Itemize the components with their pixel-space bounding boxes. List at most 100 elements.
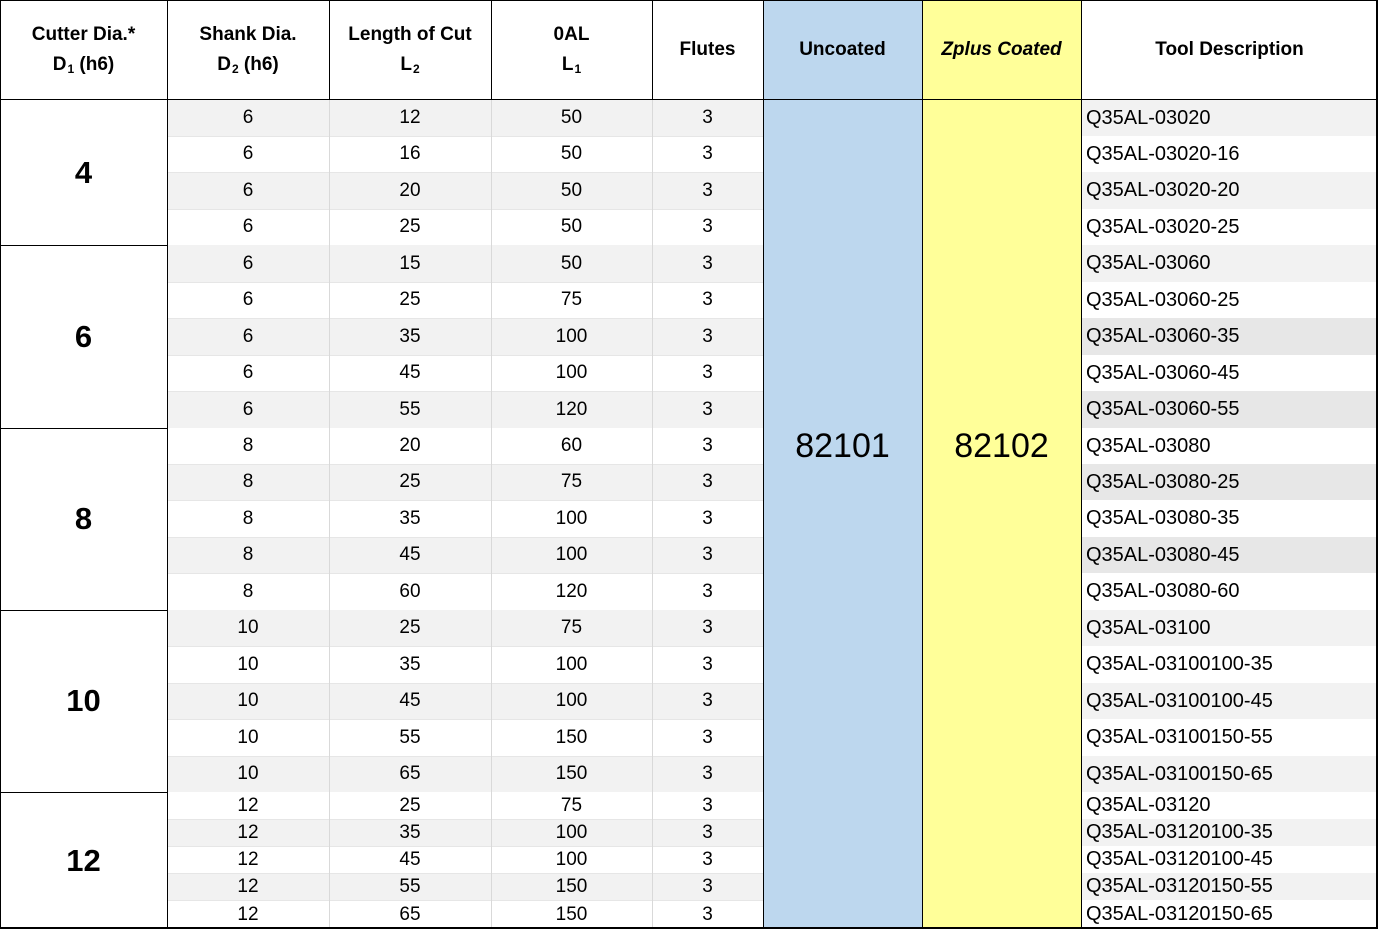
border-column-divider <box>922 100 923 929</box>
flutes-cell: 3 <box>702 398 713 420</box>
oal-cell: 50 <box>560 107 583 128</box>
flutes-cell: 3 <box>702 216 713 237</box>
tool-description-cell: Q35AL-03080 <box>1086 434 1211 457</box>
tool-description-cell: Q35AL-03020-25 <box>1086 215 1240 238</box>
tool-spec-table: Cutter Dia.* D1 (h6) Shank Dia. D2 (h6) … <box>0 0 1378 929</box>
oal-cell: 100 <box>555 690 588 711</box>
flutes-cell: 3 <box>702 471 713 492</box>
header-zplus-coated: Zplus Coated <box>922 0 1081 100</box>
flutes-cell: 3 <box>702 763 713 784</box>
shank-cell: 8 <box>242 435 254 456</box>
shank-cell: 12 <box>237 875 259 897</box>
tool-description-cell: Q35AL-03060-25 <box>1086 288 1240 311</box>
oal-cell: 120 <box>555 398 588 420</box>
oal-cell: 50 <box>560 179 583 201</box>
oal-cell: 100 <box>555 544 588 565</box>
tool-description-cell: Q35AL-03120100-35 <box>1086 821 1273 843</box>
flutes-cell: 3 <box>702 690 713 711</box>
header-oal-symbol: L <box>561 54 574 75</box>
oal-cell: 100 <box>555 325 588 347</box>
header-shank-subscript: 2 <box>231 62 239 76</box>
shank-cell: 6 <box>242 398 254 420</box>
border-header-divider <box>652 0 653 100</box>
border-top <box>0 0 1378 1</box>
length-of-cut-cell: 45 <box>399 362 421 383</box>
flutes-cell: 3 <box>702 903 713 925</box>
tool-description-cell: Q35AL-03120150-55 <box>1086 875 1273 897</box>
tool-description-cell: Q35AL-03060-55 <box>1086 398 1240 420</box>
cutter-diameter-cell: 8 <box>74 501 93 536</box>
cutter-diameter-cell: 4 <box>74 154 93 190</box>
length-of-cut-cell: 65 <box>399 903 421 925</box>
header-cutter-dia: Cutter Dia.* D1 (h6) <box>0 0 167 100</box>
flutes-cell: 3 <box>702 107 713 128</box>
oal-cell: 150 <box>555 726 588 748</box>
shank-cell: 8 <box>242 471 254 492</box>
flutes-cell: 3 <box>702 848 713 870</box>
shank-cell: 8 <box>242 580 254 602</box>
oal-cell: 120 <box>555 580 588 602</box>
flutes-cell: 3 <box>702 507 713 529</box>
shank-cell: 6 <box>242 216 254 237</box>
length-of-cut-cell: 35 <box>399 653 421 675</box>
header-loc-line2: L2 <box>400 50 419 80</box>
header-flutes: Flutes <box>652 0 763 100</box>
header-loc-line1: Length of Cut <box>348 23 472 45</box>
tool-description-cell: Q35AL-03060-45 <box>1086 361 1240 384</box>
header-oal-line1: 0AL <box>553 23 590 45</box>
border-header-bottom <box>0 99 1378 100</box>
cutter-diameter-cell: 10 <box>66 683 101 718</box>
length-of-cut-cell: 55 <box>399 726 421 748</box>
tool-description-cell: Q35AL-03020 <box>1086 106 1211 129</box>
header-flutes-label: Flutes <box>679 38 736 60</box>
shank-cell: 10 <box>237 617 259 638</box>
header-shank-tolerance: (h6) <box>238 54 279 75</box>
header-description-label: Tool Description <box>1155 38 1304 60</box>
shank-cell: 6 <box>242 362 254 383</box>
oal-cell: 50 <box>560 216 583 237</box>
border-header-divider <box>167 0 168 100</box>
oal-cell: 100 <box>555 848 588 870</box>
tool-description-cell: Q35AL-03080-60 <box>1086 580 1240 602</box>
border-header-divider <box>491 0 492 100</box>
header-shank-dia: Shank Dia. D2 (h6) <box>167 0 329 100</box>
length-of-cut-cell: 35 <box>399 325 421 347</box>
oal-cell: 150 <box>555 875 588 897</box>
shank-cell: 6 <box>242 107 254 128</box>
oal-cell: 100 <box>555 653 588 675</box>
oal-cell: 100 <box>555 507 588 529</box>
tool-description-cell: Q35AL-03120150-65 <box>1086 903 1273 925</box>
tool-description-cell: Q35AL-03020-20 <box>1086 179 1240 201</box>
length-of-cut-cell: 45 <box>399 848 421 870</box>
header-length-of-cut: Length of Cut L2 <box>329 0 491 100</box>
length-of-cut-cell: 25 <box>399 289 421 310</box>
length-of-cut-cell: 20 <box>399 179 421 201</box>
flutes-cell: 3 <box>702 794 713 816</box>
border-column-divider <box>1081 100 1082 929</box>
header-cutter-line2: D1 (h6) <box>53 50 115 80</box>
coated-code: 82102 <box>954 426 1049 465</box>
cutter-diameter-cell: 12 <box>66 842 101 878</box>
tool-description-cell: Q35AL-03120 <box>1086 794 1211 816</box>
tool-description-cell: Q35AL-03100150-65 <box>1086 762 1273 785</box>
border-column-divider <box>167 100 168 929</box>
oal-cell: 60 <box>560 435 583 456</box>
header-shank-line2: D2 (h6) <box>217 50 279 80</box>
header-cutter-symbol: D <box>52 54 67 75</box>
tool-description-cell: Q35AL-03080-35 <box>1086 507 1240 529</box>
shank-cell: 10 <box>237 690 259 711</box>
length-of-cut-cell: 25 <box>399 216 421 237</box>
shank-cell: 12 <box>237 903 259 925</box>
shank-cell: 10 <box>237 653 259 675</box>
uncoated-code: 82101 <box>795 426 890 465</box>
shank-cell: 8 <box>242 544 254 565</box>
flutes-cell: 3 <box>702 875 713 897</box>
tool-description-cell: Q35AL-03100 <box>1086 616 1211 639</box>
shank-cell: 6 <box>242 143 254 164</box>
flutes-cell: 3 <box>702 821 713 843</box>
border-header-divider <box>1081 0 1082 100</box>
cutter-diameter-cell: 6 <box>74 318 93 354</box>
header-oal: 0AL L1 <box>491 0 652 100</box>
border-header-divider <box>763 0 764 100</box>
shank-cell: 12 <box>237 794 259 816</box>
